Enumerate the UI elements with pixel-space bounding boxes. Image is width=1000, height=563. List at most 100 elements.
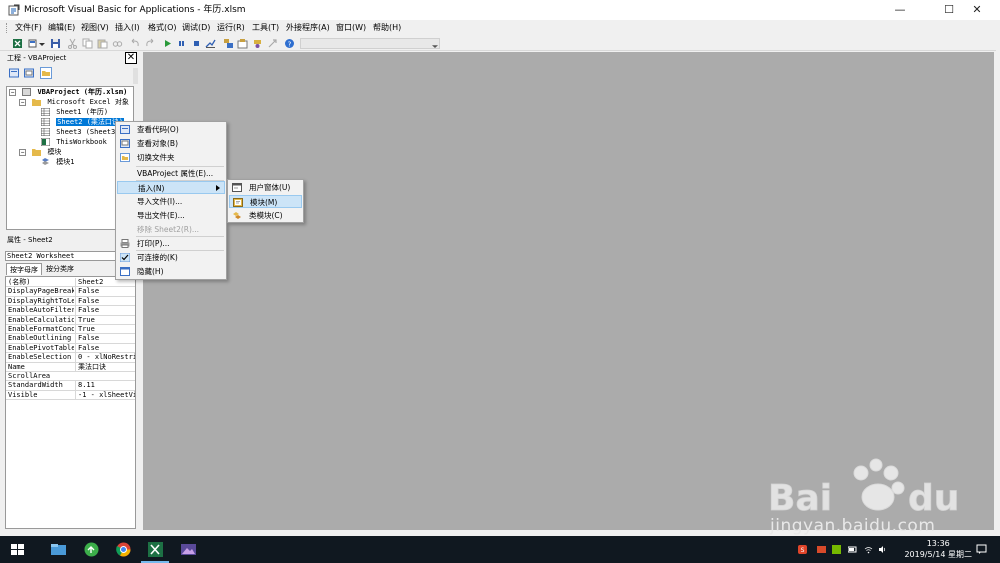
- menu-item-insert[interactable]: 插入(N): [117, 181, 225, 194]
- collapse-icon[interactable]: −: [19, 98, 26, 106]
- menu-view[interactable]: 视图(V): [81, 22, 109, 34]
- battery-icon[interactable]: [848, 545, 857, 554]
- chrome-icon[interactable]: [115, 541, 132, 558]
- menu-item-import-file[interactable]: 导入文件(I)...: [117, 195, 225, 208]
- taskbar-clock[interactable]: 13:36 2019/5/14 星期二: [904, 538, 972, 560]
- object-browser-icon[interactable]: [252, 38, 263, 49]
- menu-debug[interactable]: 调试(D): [182, 22, 210, 34]
- find-icon[interactable]: [112, 38, 123, 49]
- menubar-grip[interactable]: [6, 23, 9, 33]
- close-button[interactable]: ✕: [957, 0, 997, 20]
- property-row[interactable]: Visible-1 - xlSheetVisible: [6, 390, 135, 401]
- menu-addins[interactable]: 外接程序(A): [286, 22, 330, 34]
- file-explorer-icon[interactable]: [50, 541, 67, 558]
- chevron-down-icon[interactable]: [432, 45, 438, 48]
- view-code-icon[interactable]: [9, 68, 19, 78]
- menu-run[interactable]: 运行(R): [217, 22, 245, 34]
- windows-start-icon[interactable]: [9, 541, 26, 558]
- property-row[interactable]: EnableSelection0 - xlNoRestrictions: [6, 353, 135, 363]
- minimize-button[interactable]: —: [880, 0, 920, 20]
- excel-view-icon[interactable]: [12, 38, 23, 49]
- property-row[interactable]: DisplayPageBreaks False: [6, 287, 135, 297]
- photos-icon[interactable]: [180, 541, 197, 558]
- menu-item-export-file[interactable]: 导出文件(E)...: [117, 209, 225, 222]
- property-row[interactable]: Name 乘法口诀: [6, 362, 135, 372]
- tree-item-thisworkbook[interactable]: ThisWorkbook: [41, 137, 107, 147]
- break-icon[interactable]: [176, 38, 187, 49]
- reset-icon[interactable]: [191, 38, 202, 49]
- help-icon[interactable]: ?: [284, 38, 295, 49]
- volume-icon[interactable]: [878, 545, 887, 554]
- submenu-item-class-module[interactable]: 类模块(C): [229, 209, 302, 222]
- tab-alphabetic[interactable]: 按字母序: [6, 263, 42, 275]
- wifi-icon[interactable]: [864, 545, 873, 554]
- submenu-item-module[interactable]: 模块(M): [229, 195, 302, 208]
- properties-window-icon[interactable]: [237, 38, 248, 49]
- excel-taskbar-icon[interactable]: [147, 541, 164, 558]
- undo-icon[interactable]: [130, 38, 141, 49]
- tree-item-sheet2[interactable]: Sheet2 (乘法口诀): [41, 117, 125, 127]
- copy-icon[interactable]: [82, 38, 93, 49]
- app-green-icon[interactable]: [83, 541, 100, 558]
- menu-insert[interactable]: 插入(I): [115, 22, 140, 34]
- menu-item-remove-sheet: 移除 Sheet2(R)...: [137, 225, 200, 234]
- menu-help[interactable]: 帮助(H): [373, 22, 401, 34]
- checkmark-icon: [120, 253, 130, 262]
- menu-item-project-properties[interactable]: VBAProject 属性(E)...: [117, 167, 225, 180]
- notification-center-icon[interactable]: [976, 544, 987, 555]
- run-icon[interactable]: [162, 38, 173, 49]
- toolbar-position-field[interactable]: [300, 38, 440, 49]
- project-panel-scrollbar[interactable]: [133, 68, 138, 84]
- view-object-icon[interactable]: [24, 68, 34, 78]
- insert-dropdown-icon[interactable]: [38, 38, 46, 49]
- collapse-icon[interactable]: −: [9, 88, 16, 96]
- property-row[interactable]: EnableFormatConditionsCalculationTrue: [6, 325, 135, 335]
- project-explorer-icon[interactable]: [223, 38, 234, 49]
- menu-item-print[interactable]: 打印(P)...: [117, 237, 225, 250]
- design-mode-icon[interactable]: [205, 38, 216, 49]
- menu-item-toggle-folders[interactable]: 切换文件夹: [117, 151, 225, 164]
- taskbar: S 13:36 2019/5/14 星期二: [0, 536, 1000, 563]
- collapse-icon[interactable]: −: [19, 148, 26, 156]
- mdi-workspace[interactable]: [143, 52, 994, 530]
- tree-item-sheet3[interactable]: Sheet3 (Sheet3): [41, 127, 119, 137]
- menu-tools[interactable]: 工具(T): [252, 22, 279, 34]
- property-row[interactable]: DisplayRightToLeftFalse: [6, 296, 135, 307]
- property-row[interactable]: EnablePivotTable False: [6, 343, 135, 354]
- cut-icon[interactable]: [67, 38, 78, 49]
- toggle-folders-icon[interactable]: [40, 67, 52, 79]
- tree-item-module1[interactable]: 模块1: [41, 157, 74, 167]
- redo-icon[interactable]: [144, 38, 155, 49]
- menu-format[interactable]: 格式(O): [148, 22, 177, 34]
- tray-nvidia-icon[interactable]: [832, 545, 841, 554]
- tray-app-icon[interactable]: [817, 545, 826, 554]
- menu-item-view-code[interactable]: 查看代码(O): [117, 123, 225, 136]
- tree-item-modules-folder[interactable]: − 模块: [19, 147, 61, 157]
- property-row[interactable]: EnableAutoFilter False: [6, 306, 135, 316]
- view-object-icon: [120, 139, 130, 148]
- menu-item-view-object[interactable]: 查看对象(B): [117, 137, 225, 150]
- menu-edit[interactable]: 编辑(E): [48, 22, 75, 34]
- menu-item-dockable[interactable]: 可连接的(K): [117, 251, 225, 264]
- menu-file[interactable]: 文件(F): [15, 22, 42, 34]
- svg-text:?: ?: [288, 40, 292, 48]
- tree-item-vbaproject[interactable]: − VBAProject (年历.xlsm): [9, 87, 127, 97]
- paste-icon[interactable]: [97, 38, 108, 49]
- project-panel-close-button[interactable]: ✕: [125, 52, 137, 64]
- save-icon[interactable]: [50, 38, 61, 49]
- sogou-ime-icon[interactable]: S: [798, 545, 807, 554]
- vbaproject-icon: [22, 88, 32, 96]
- toolbox-icon[interactable]: [267, 38, 278, 49]
- submenu-item-userform[interactable]: 用户窗体(U): [229, 181, 302, 194]
- menu-window[interactable]: 窗口(W): [336, 22, 366, 34]
- properties-grid[interactable]: (名称) Sheet2 DisplayPageBreaks False Displa…: [5, 276, 136, 529]
- property-row[interactable]: StandardWidth 8.11: [6, 381, 135, 391]
- menu-item-hide[interactable]: 隐藏(H): [117, 265, 225, 278]
- tree-item-sheet1[interactable]: Sheet1 (年历): [41, 107, 108, 117]
- property-row[interactable]: EnableOutlining False: [6, 334, 135, 344]
- property-row[interactable]: ScrollArea: [6, 372, 135, 382]
- tree-item-excel-objects[interactable]: − Microsoft Excel 对象: [19, 97, 129, 107]
- tab-categorized[interactable]: 按分类序: [43, 263, 77, 275]
- property-row[interactable]: EnableCalculation True: [6, 315, 135, 325]
- folder-icon: [32, 149, 42, 156]
